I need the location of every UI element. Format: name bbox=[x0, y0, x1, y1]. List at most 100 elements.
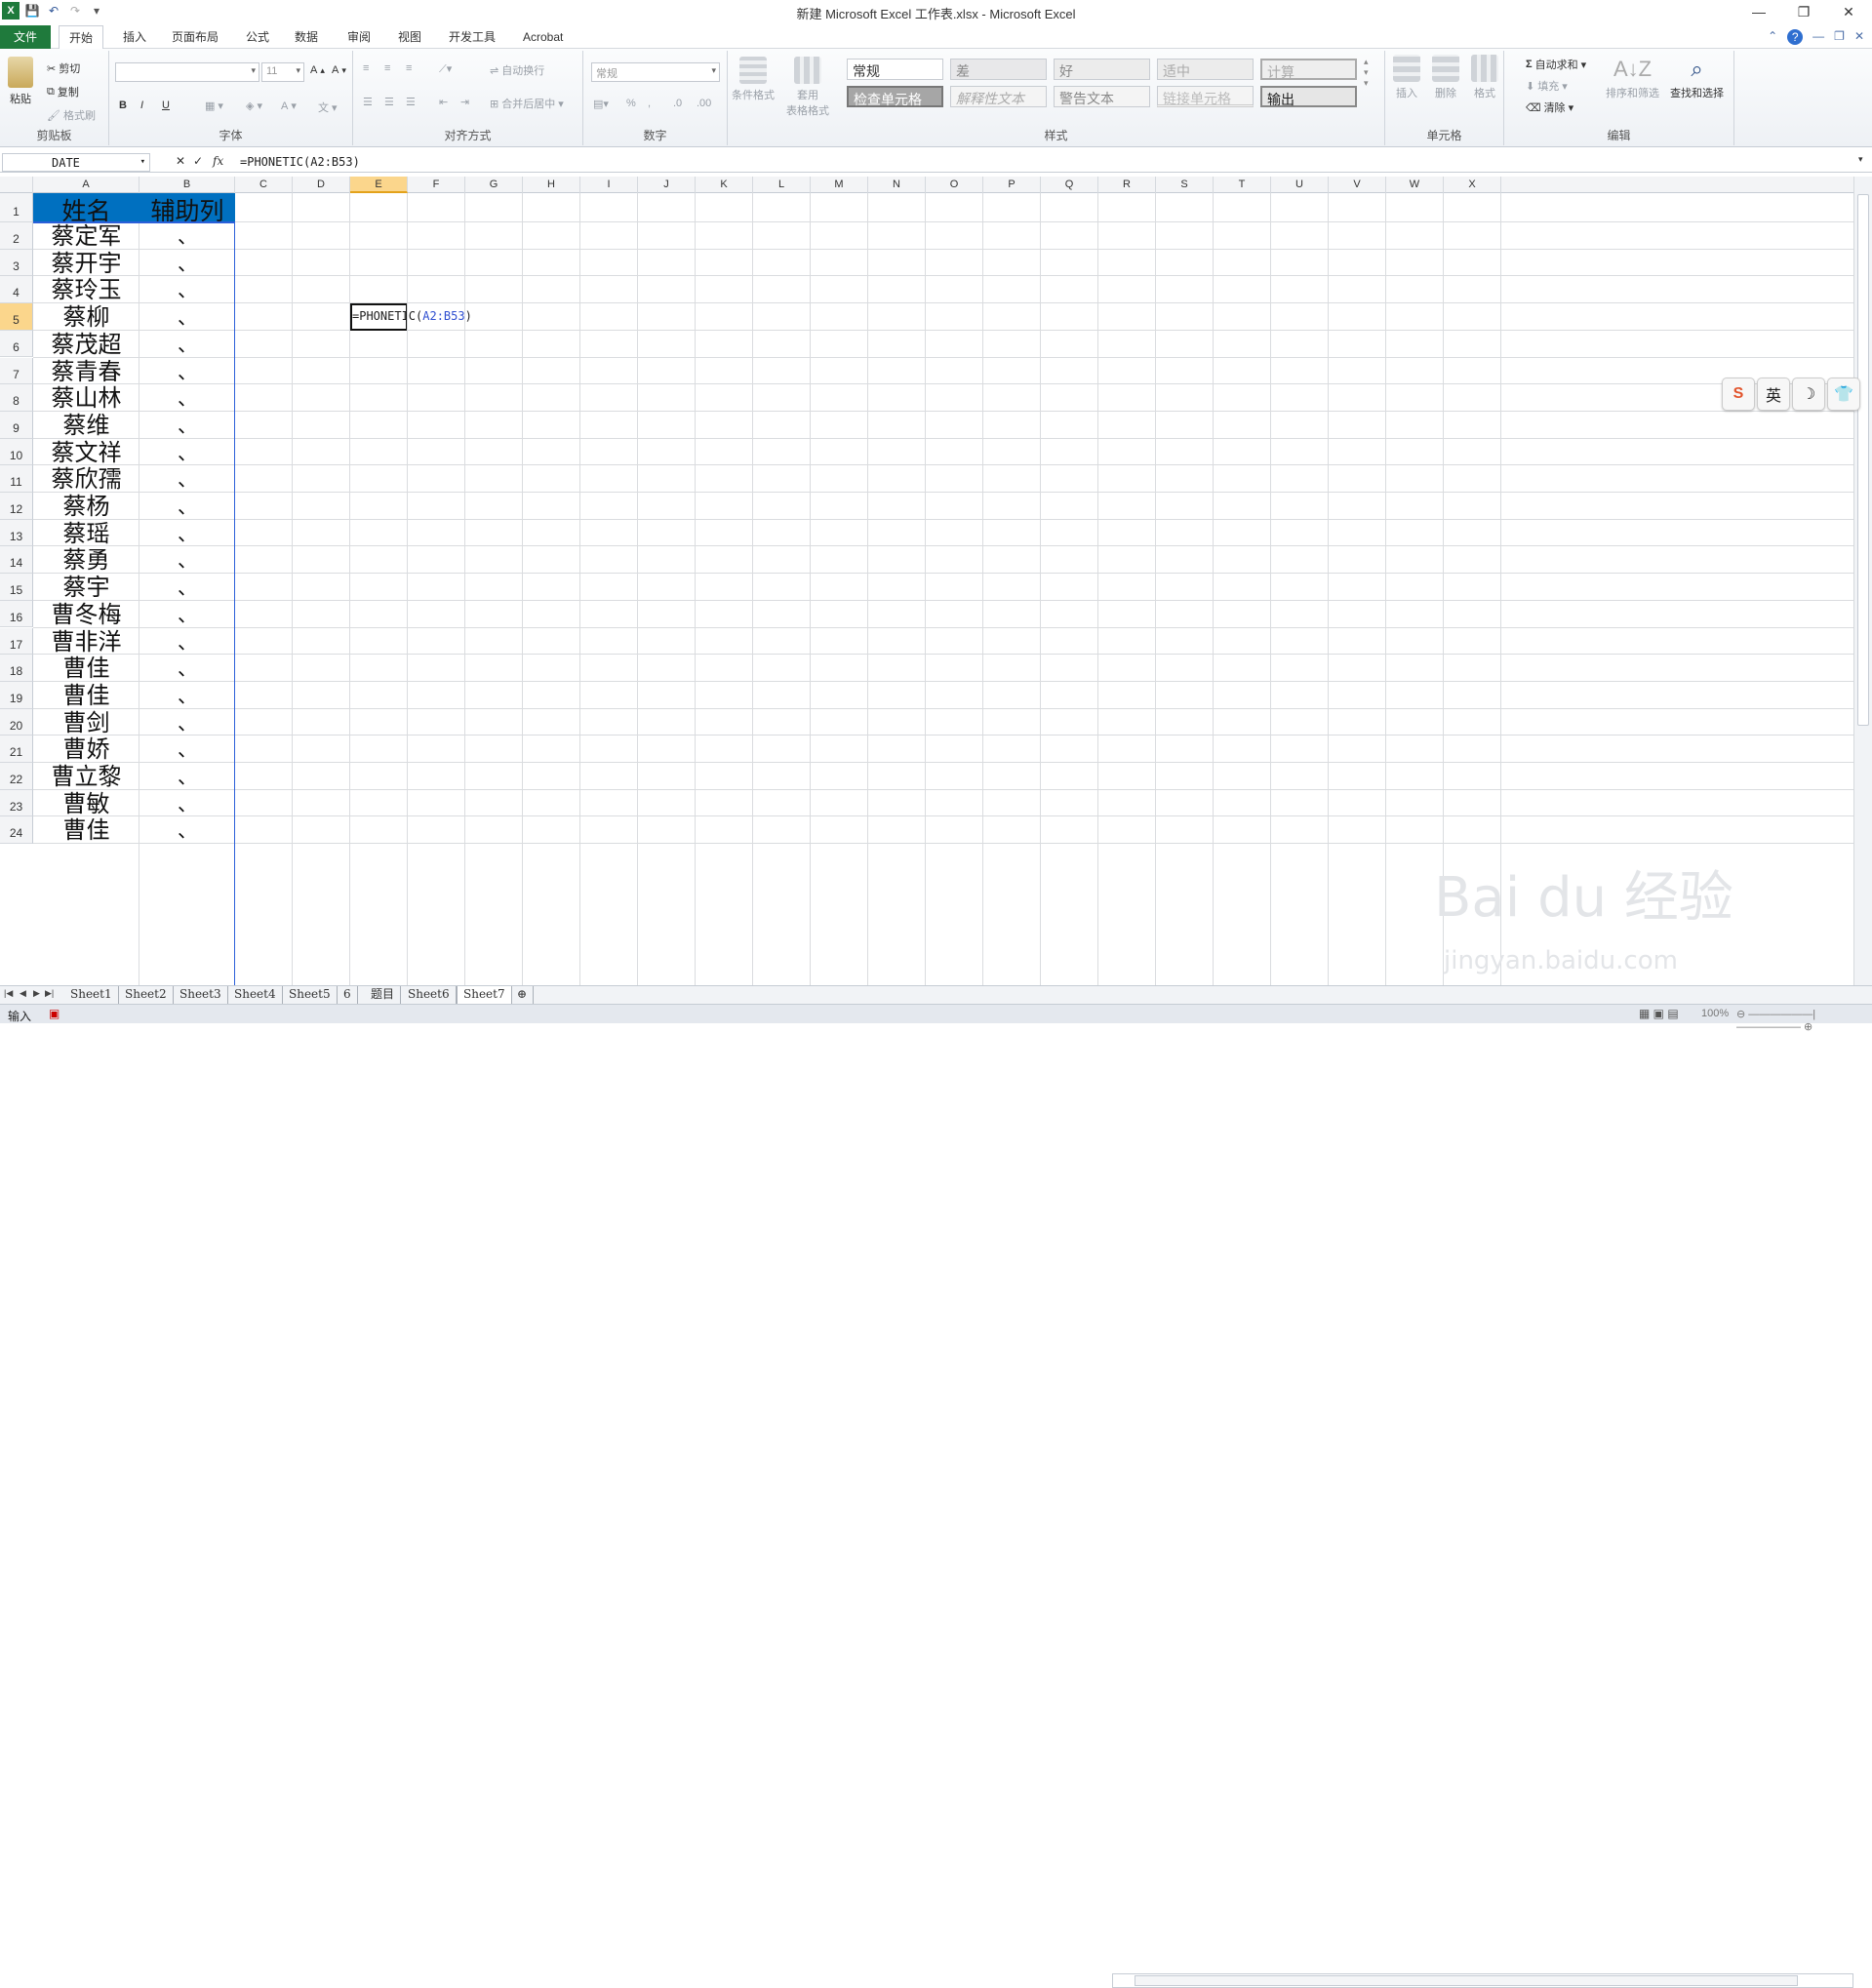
tab-file[interactable]: 文件 bbox=[0, 25, 51, 49]
decrease-decimal-button[interactable]: .00 bbox=[697, 98, 711, 109]
increase-indent-button[interactable]: ⇥ bbox=[460, 96, 469, 108]
column-header-w[interactable]: W bbox=[1386, 177, 1444, 193]
clear-button[interactable]: ⌫ 清除 ▾ bbox=[1526, 99, 1573, 115]
insert-cells-button[interactable]: 插入 bbox=[1393, 55, 1420, 100]
column-header-e[interactable]: E bbox=[350, 177, 408, 193]
moon-icon[interactable]: ☽ bbox=[1792, 378, 1825, 411]
zoom-slider[interactable]: ⊖ ——————|—————— ⊕ bbox=[1736, 1008, 1872, 1033]
sheet-tab[interactable]: Sheet1 bbox=[64, 986, 119, 1004]
doc-restore-icon[interactable]: ❐ bbox=[1834, 29, 1845, 45]
tab-developer[interactable]: 开发工具 bbox=[439, 25, 505, 49]
sheet-tab[interactable]: Sheet4 bbox=[228, 986, 283, 1004]
styles-scroll[interactable]: ▴ ▾ ▾ bbox=[1364, 57, 1369, 89]
format-as-table-button[interactable]: 套用 表格格式 bbox=[786, 57, 829, 118]
next-sheet-icon[interactable]: ▶ bbox=[33, 988, 40, 999]
style-calculation[interactable]: 计算 bbox=[1260, 59, 1357, 80]
row-header-18[interactable]: 18 bbox=[0, 655, 33, 682]
sheet-tab[interactable]: 题目 bbox=[365, 986, 402, 1004]
style-good[interactable]: 好 bbox=[1054, 59, 1150, 80]
style-neutral[interactable]: 适中 bbox=[1157, 59, 1254, 80]
column-header-g[interactable]: G bbox=[465, 177, 523, 193]
style-bad[interactable]: 差 bbox=[950, 59, 1047, 80]
column-header-j[interactable]: J bbox=[638, 177, 696, 193]
autosum-button[interactable]: Σ 自动求和 ▾ bbox=[1526, 57, 1586, 72]
font-size-combo[interactable]: 11 ▾ bbox=[261, 62, 304, 82]
style-output[interactable]: 输出 bbox=[1260, 86, 1357, 107]
header-cell-b[interactable]: 辅助列 bbox=[139, 193, 235, 225]
vertical-scroll-thumb[interactable] bbox=[1857, 194, 1869, 726]
find-select-button[interactable]: ⌕ 查找和选择 bbox=[1670, 57, 1724, 100]
format-cells-button[interactable]: 格式 bbox=[1471, 55, 1498, 100]
number-format-combo[interactable]: 常规 ▾ bbox=[591, 62, 720, 82]
tab-home[interactable]: 开始 bbox=[59, 25, 104, 50]
column-header-u[interactable]: U bbox=[1271, 177, 1329, 193]
row-header-5[interactable]: 5 bbox=[0, 303, 33, 331]
sogou-logo-icon[interactable]: S bbox=[1722, 378, 1755, 411]
column-header-l[interactable]: L bbox=[753, 177, 811, 193]
row-header-7[interactable]: 7 bbox=[0, 357, 33, 385]
column-header-f[interactable]: F bbox=[408, 177, 465, 193]
sheet-tab[interactable]: Sheet5 bbox=[283, 986, 338, 1004]
row-header-12[interactable]: 12 bbox=[0, 493, 33, 520]
underline-button[interactable]: U bbox=[162, 99, 170, 111]
ime-lang-toggle[interactable]: 英 bbox=[1757, 378, 1790, 411]
row-header-21[interactable]: 21 bbox=[0, 736, 33, 763]
row-header-23[interactable]: 23 bbox=[0, 789, 33, 817]
row-header-6[interactable]: 6 bbox=[0, 330, 33, 358]
first-sheet-icon[interactable]: |◀ bbox=[4, 988, 13, 999]
tab-formulas[interactable]: 公式 bbox=[236, 25, 279, 49]
last-sheet-icon[interactable]: ▶| bbox=[45, 988, 54, 999]
column-header-c[interactable]: C bbox=[235, 177, 293, 193]
column-header-s[interactable]: S bbox=[1156, 177, 1214, 193]
sheet-tab[interactable]: Sheet3 bbox=[174, 986, 228, 1004]
row-header-13[interactable]: 13 bbox=[0, 519, 33, 547]
column-header-h[interactable]: H bbox=[523, 177, 580, 193]
row-header-10[interactable]: 10 bbox=[0, 438, 33, 466]
increase-decimal-button[interactable]: .0 bbox=[673, 98, 682, 109]
italic-button[interactable]: I bbox=[140, 99, 143, 111]
column-header-t[interactable]: T bbox=[1214, 177, 1271, 193]
insert-sheet-icon[interactable]: ⊕ bbox=[511, 986, 535, 1004]
column-header-r[interactable]: R bbox=[1098, 177, 1156, 193]
row-header-1[interactable]: 1 bbox=[0, 193, 33, 222]
column-header-m[interactable]: M bbox=[811, 177, 868, 193]
tab-data[interactable]: 数据 bbox=[285, 25, 328, 49]
merge-center-button[interactable]: ⊞ 合并后居中 ▾ bbox=[490, 96, 564, 111]
row-header-15[interactable]: 15 bbox=[0, 574, 33, 601]
insert-function-icon[interactable]: fx bbox=[213, 154, 223, 168]
align-middle-button[interactable]: ≡ bbox=[384, 62, 390, 74]
column-header-v[interactable]: V bbox=[1329, 177, 1386, 193]
style-normal[interactable]: 常规 bbox=[847, 59, 943, 80]
column-header-b[interactable]: B bbox=[139, 177, 235, 193]
close-icon[interactable]: ✕ bbox=[1826, 0, 1871, 23]
macro-record-icon[interactable]: ▣ bbox=[49, 1007, 60, 1020]
formula-input[interactable]: =PHONETIC(A2:B53) bbox=[240, 155, 360, 169]
minimize-ribbon-icon[interactable]: ⌃ bbox=[1768, 29, 1777, 45]
view-buttons[interactable]: ▦ ▣ ▤ bbox=[1639, 1007, 1679, 1020]
row-header-14[interactable]: 14 bbox=[0, 546, 33, 575]
column-header-k[interactable]: K bbox=[696, 177, 753, 193]
tab-acrobat[interactable]: Acrobat bbox=[513, 25, 573, 49]
minimize-icon[interactable]: — bbox=[1736, 0, 1781, 23]
column-header-x[interactable]: X bbox=[1444, 177, 1501, 193]
doc-close-icon[interactable]: ✕ bbox=[1854, 29, 1864, 45]
cut-button[interactable]: ✂ 剪切 bbox=[47, 60, 80, 76]
sheet-tab[interactable]: Sheet2 bbox=[119, 986, 174, 1004]
row-header-20[interactable]: 20 bbox=[0, 708, 33, 736]
row-header-16[interactable]: 16 bbox=[0, 600, 33, 628]
column-header-a[interactable]: A bbox=[33, 177, 139, 193]
column-header-d[interactable]: D bbox=[293, 177, 350, 193]
paste-button[interactable]: 粘贴 bbox=[8, 57, 33, 106]
cell-editor[interactable]: =PHONETIC(A2:B53) bbox=[352, 309, 472, 323]
expand-formula-icon[interactable]: ▾ bbox=[1858, 154, 1863, 165]
enter-icon[interactable]: ✓ bbox=[193, 154, 203, 168]
horizontal-scrollbar[interactable] bbox=[1112, 1973, 1853, 1988]
grow-font-button[interactable]: A ▴ bbox=[310, 64, 325, 76]
tab-insert[interactable]: 插入 bbox=[113, 25, 156, 49]
sort-filter-button[interactable]: A↓Z 排序和筛选 bbox=[1606, 57, 1659, 100]
sheet-tab[interactable]: Sheet6 bbox=[402, 986, 457, 1004]
row-header-19[interactable]: 19 bbox=[0, 681, 33, 709]
comma-button[interactable]: , bbox=[648, 98, 651, 109]
column-header-n[interactable]: N bbox=[868, 177, 926, 193]
style-linked-cell[interactable]: 链接单元格 bbox=[1157, 86, 1254, 107]
